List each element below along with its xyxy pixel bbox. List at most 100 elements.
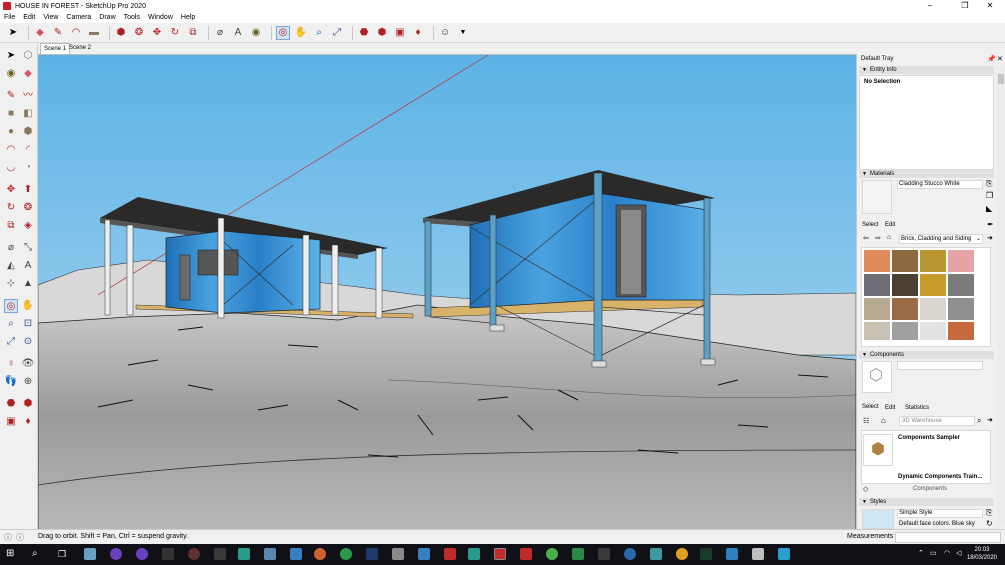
polygon-icon[interactable]: ⬢ (21, 125, 35, 139)
rectangle-icon[interactable]: ▬ (87, 26, 101, 40)
task-view-icon[interactable]: ❐ (58, 548, 70, 560)
home-icon[interactable]: ⌂ (887, 234, 891, 241)
position-camera-icon[interactable]: ♀ (4, 357, 18, 371)
home-icon[interactable]: ⌂ (881, 416, 886, 425)
components-header[interactable]: ▼ Components (859, 351, 994, 359)
taskbar-app-icon[interactable] (624, 548, 636, 560)
back-arrow-icon[interactable]: ⇦ (863, 234, 869, 242)
taskbar-app-icon[interactable] (110, 548, 122, 560)
push-pull-icon[interactable]: ⬆ (21, 183, 35, 197)
details-arrow-icon[interactable]: ➜ (987, 416, 993, 424)
volume-icon[interactable]: ◁ (956, 549, 961, 557)
tray-scrollbar-thumb[interactable] (998, 74, 1004, 84)
material-swatch[interactable] (892, 322, 918, 340)
3d-text-icon[interactable]: ▲ (21, 277, 35, 291)
make-component-icon[interactable]: ⬡ (21, 49, 35, 63)
wifi-icon[interactable]: ◠ (944, 549, 950, 557)
taskbar-app-icon[interactable] (214, 548, 226, 560)
forward-arrow-icon[interactable]: ⇨ (875, 234, 881, 242)
taskbar-app-icon[interactable] (290, 548, 302, 560)
look-around-icon[interactable]: 👁 (21, 357, 35, 371)
taskbar-app-icon[interactable] (418, 548, 430, 560)
taskbar-app-icon[interactable] (392, 548, 404, 560)
taskbar-app-icon[interactable] (340, 548, 352, 560)
taskbar-app-icon[interactable] (84, 548, 96, 560)
pan-icon[interactable]: ✋ (21, 299, 35, 313)
ruby-icon[interactable]: ♦ (411, 26, 425, 40)
zoom-window-icon[interactable]: ⊡ (21, 317, 35, 331)
move-icon[interactable]: ✥ (4, 183, 18, 197)
component-name-field[interactable] (897, 361, 983, 370)
pencil-icon[interactable]: ✎ (51, 26, 65, 40)
taskbar-app-icon[interactable] (366, 548, 378, 560)
layout-icon[interactable]: ▣ (393, 26, 407, 40)
eraser-icon[interactable]: ◆ (33, 26, 47, 40)
arc-icon[interactable]: ◠ (69, 26, 83, 40)
material-swatch[interactable] (948, 274, 974, 296)
taskbar-app-icon[interactable] (520, 548, 532, 560)
taskbar-app-icon[interactable] (650, 548, 662, 560)
follow-me-icon[interactable]: ❂ (21, 201, 35, 215)
create-material-icon[interactable]: ⎘ (986, 179, 992, 189)
windows-start-icon[interactable]: ⊞ (6, 548, 18, 560)
menu-help[interactable]: Help (181, 14, 195, 21)
search-icon[interactable]: ⌕ (977, 416, 981, 426)
circle-icon[interactable]: ● (4, 125, 18, 139)
arc-icon[interactable]: ◠ (4, 143, 18, 157)
rotate-icon[interactable]: ↻ (168, 26, 182, 40)
minimize-button[interactable]: – (915, 0, 945, 12)
taskbar-app-icon[interactable] (314, 548, 326, 560)
close-button[interactable]: ✕ (975, 0, 1005, 12)
paint-bucket-icon[interactable]: ◉ (4, 67, 18, 81)
taskbar-app-icon[interactable] (752, 548, 764, 560)
material-swatch[interactable] (864, 298, 890, 320)
material-swatch[interactable] (892, 274, 918, 296)
taskbar-app-icon[interactable] (700, 548, 712, 560)
view-options-icon[interactable]: ☷ (863, 417, 869, 425)
material-swatch[interactable] (892, 298, 918, 320)
eraser-icon[interactable]: ◆ (21, 67, 35, 81)
warehouse-icon[interactable]: ⬣ (4, 397, 18, 411)
measurements-input[interactable] (895, 532, 1001, 543)
orbit-icon[interactable]: ◎ (4, 299, 18, 313)
components-tab-edit[interactable]: Edit (885, 405, 895, 411)
materials-tab-edit[interactable]: Edit (885, 222, 895, 228)
cube-icon[interactable]: ❒ (986, 191, 993, 200)
info-icon[interactable]: ⓘ (4, 532, 12, 543)
section-plane-icon[interactable]: ⊕ (21, 375, 35, 389)
freehand-icon[interactable]: 〰 (21, 89, 35, 103)
move-icon[interactable]: ✥ (150, 26, 164, 40)
back-arrow-icon[interactable]: ◇ (863, 485, 868, 493)
taskbar-clock[interactable]: 20:03 18/03/2020 (967, 546, 997, 562)
taskbar-app-icon[interactable] (546, 548, 558, 560)
search-icon[interactable]: ⌕ (32, 548, 44, 560)
taskbar-app-icon[interactable] (188, 548, 200, 560)
taskbar-app-icon[interactable] (444, 548, 456, 560)
layout-icon[interactable]: ▣ (4, 415, 18, 429)
menu-file[interactable]: File (4, 14, 15, 21)
axes-icon[interactable]: ⊹ (4, 277, 18, 291)
component-item-title[interactable]: Components Sampler (898, 435, 960, 441)
sketchup-taskbar-icon[interactable] (494, 548, 506, 560)
text-icon[interactable]: A (231, 26, 245, 40)
pan-icon[interactable]: ✋ (294, 26, 308, 40)
material-swatch[interactable] (920, 298, 946, 320)
create-style-icon[interactable]: ⎘ (986, 508, 992, 518)
paint-bucket-icon[interactable]: ◉ (249, 26, 263, 40)
taskbar-app-icon[interactable] (162, 548, 174, 560)
warehouse-icon[interactable]: ⬣ (357, 26, 371, 40)
taskbar-app-icon[interactable] (598, 548, 610, 560)
taskbar-app-icon[interactable] (238, 548, 250, 560)
menu-edit[interactable]: Edit (23, 14, 35, 21)
dimension-icon[interactable]: ⤡ (21, 241, 35, 255)
taskbar-app-icon[interactable] (264, 548, 276, 560)
material-swatch[interactable] (864, 322, 890, 340)
taskbar-app-icon[interactable] (136, 548, 148, 560)
line-icon[interactable]: ✎ (4, 89, 18, 103)
orbit-icon[interactable]: ◎ (276, 25, 290, 40)
menu-tools[interactable]: Tools (124, 14, 140, 21)
styles-header[interactable]: ▼ Styles (859, 498, 994, 506)
materials-tab-select[interactable]: Select (862, 222, 879, 228)
tray-scrollbar[interactable] (997, 66, 1005, 526)
select-icon[interactable]: ➤ (6, 26, 20, 40)
